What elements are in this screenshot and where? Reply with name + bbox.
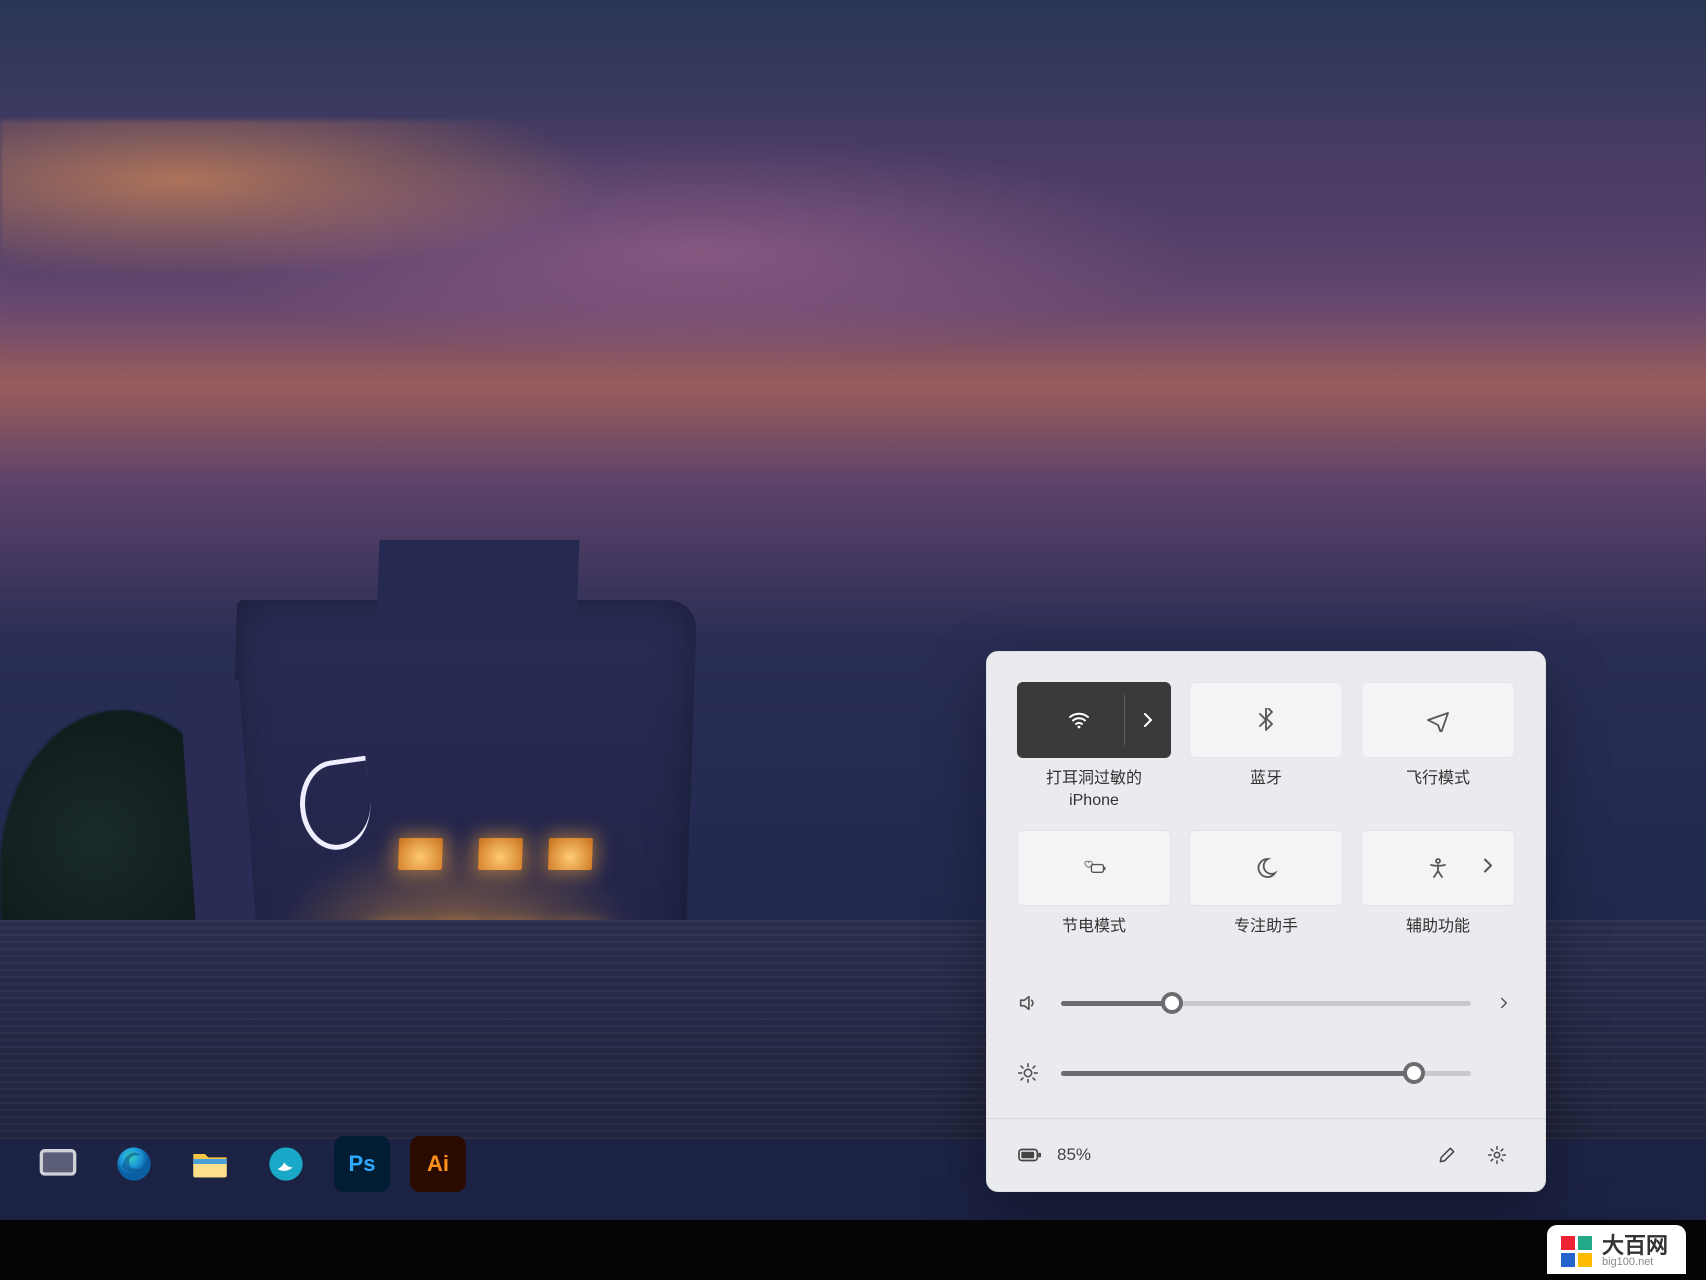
volume-slider-row — [1017, 992, 1515, 1014]
watermark: 大百网 big100.net — [1547, 1225, 1686, 1274]
tile-bluetooth-label: 蓝牙 — [1250, 768, 1282, 812]
watermark-sub: big100.net — [1602, 1257, 1668, 1268]
tile-accessibility[interactable] — [1361, 830, 1515, 906]
watermark-title: 大百网 — [1602, 1235, 1668, 1257]
volume-expand[interactable] — [1493, 994, 1515, 1012]
tile-focus-assist[interactable] — [1189, 830, 1343, 906]
settings-button[interactable] — [1479, 1137, 1515, 1173]
tile-accessibility-label: 辅助功能 — [1406, 916, 1470, 960]
battery-percent-text: 85% — [1057, 1145, 1091, 1165]
tile-battery-saver-label: 节电模式 — [1062, 916, 1126, 960]
watermark-logo-icon — [1561, 1236, 1592, 1267]
gear-icon — [1487, 1145, 1507, 1165]
photoshop-icon: Ps — [349, 1151, 376, 1177]
accessibility-icon — [1426, 856, 1450, 880]
folder-icon — [190, 1144, 230, 1184]
chevron-right-icon — [1136, 708, 1160, 732]
chevron-right-icon — [1476, 854, 1500, 878]
illustrator-icon: Ai — [427, 1151, 449, 1177]
edge-icon — [114, 1144, 154, 1184]
brightness-icon[interactable] — [1017, 1062, 1039, 1084]
taskbar: Ps Ai — [30, 1136, 466, 1192]
pencil-icon — [1437, 1145, 1457, 1165]
volume-thumb[interactable] — [1161, 992, 1183, 1014]
tile-accessibility-expand[interactable] — [1476, 854, 1500, 883]
tile-wifi-label: 打耳洞过敏的 iPhone — [1046, 768, 1142, 812]
volume-fill — [1061, 1001, 1172, 1006]
volume-slider[interactable] — [1061, 1001, 1471, 1006]
tile-battery-saver[interactable] — [1017, 830, 1171, 906]
battery-saver-icon — [1082, 856, 1106, 880]
quick-settings-flyout: 打耳洞过敏的 iPhone 蓝牙 飞行模式 — [986, 651, 1546, 1192]
battery-icon — [1017, 1144, 1043, 1166]
screen-bezel — [0, 1220, 1706, 1280]
moon-icon — [1254, 856, 1278, 880]
tile-airplane[interactable] — [1361, 682, 1515, 758]
taskbar-app-round[interactable] — [258, 1136, 314, 1192]
task-view-icon — [38, 1144, 78, 1184]
edit-quick-settings-button[interactable] — [1429, 1137, 1465, 1173]
wallpaper-clouds — [0, 120, 1706, 380]
taskbar-photoshop[interactable]: Ps — [334, 1136, 390, 1192]
chevron-right-icon — [1495, 994, 1513, 1012]
taskbar-file-explorer[interactable] — [182, 1136, 238, 1192]
brightness-thumb[interactable] — [1403, 1062, 1425, 1084]
round-app-icon — [266, 1144, 306, 1184]
quick-settings-tiles: 打耳洞过敏的 iPhone 蓝牙 飞行模式 — [1017, 682, 1515, 960]
brightness-fill — [1061, 1071, 1414, 1076]
tile-airplane-label: 飞行模式 — [1406, 768, 1470, 812]
quick-settings-footer: 85% — [987, 1118, 1545, 1191]
brightness-slider-row — [1017, 1062, 1515, 1084]
volume-icon[interactable] — [1017, 992, 1039, 1014]
wifi-icon — [1067, 708, 1091, 732]
taskbar-illustrator[interactable]: Ai — [410, 1136, 466, 1192]
taskbar-edge[interactable] — [106, 1136, 162, 1192]
tile-wifi[interactable] — [1017, 682, 1171, 758]
tile-wifi-expand[interactable] — [1124, 695, 1170, 745]
taskbar-task-view[interactable] — [30, 1136, 86, 1192]
tile-bluetooth[interactable] — [1189, 682, 1343, 758]
airplane-icon — [1426, 708, 1450, 732]
brightness-slider[interactable] — [1061, 1071, 1471, 1076]
tile-focus-assist-label: 专注助手 — [1234, 916, 1298, 960]
bluetooth-icon — [1254, 708, 1278, 732]
